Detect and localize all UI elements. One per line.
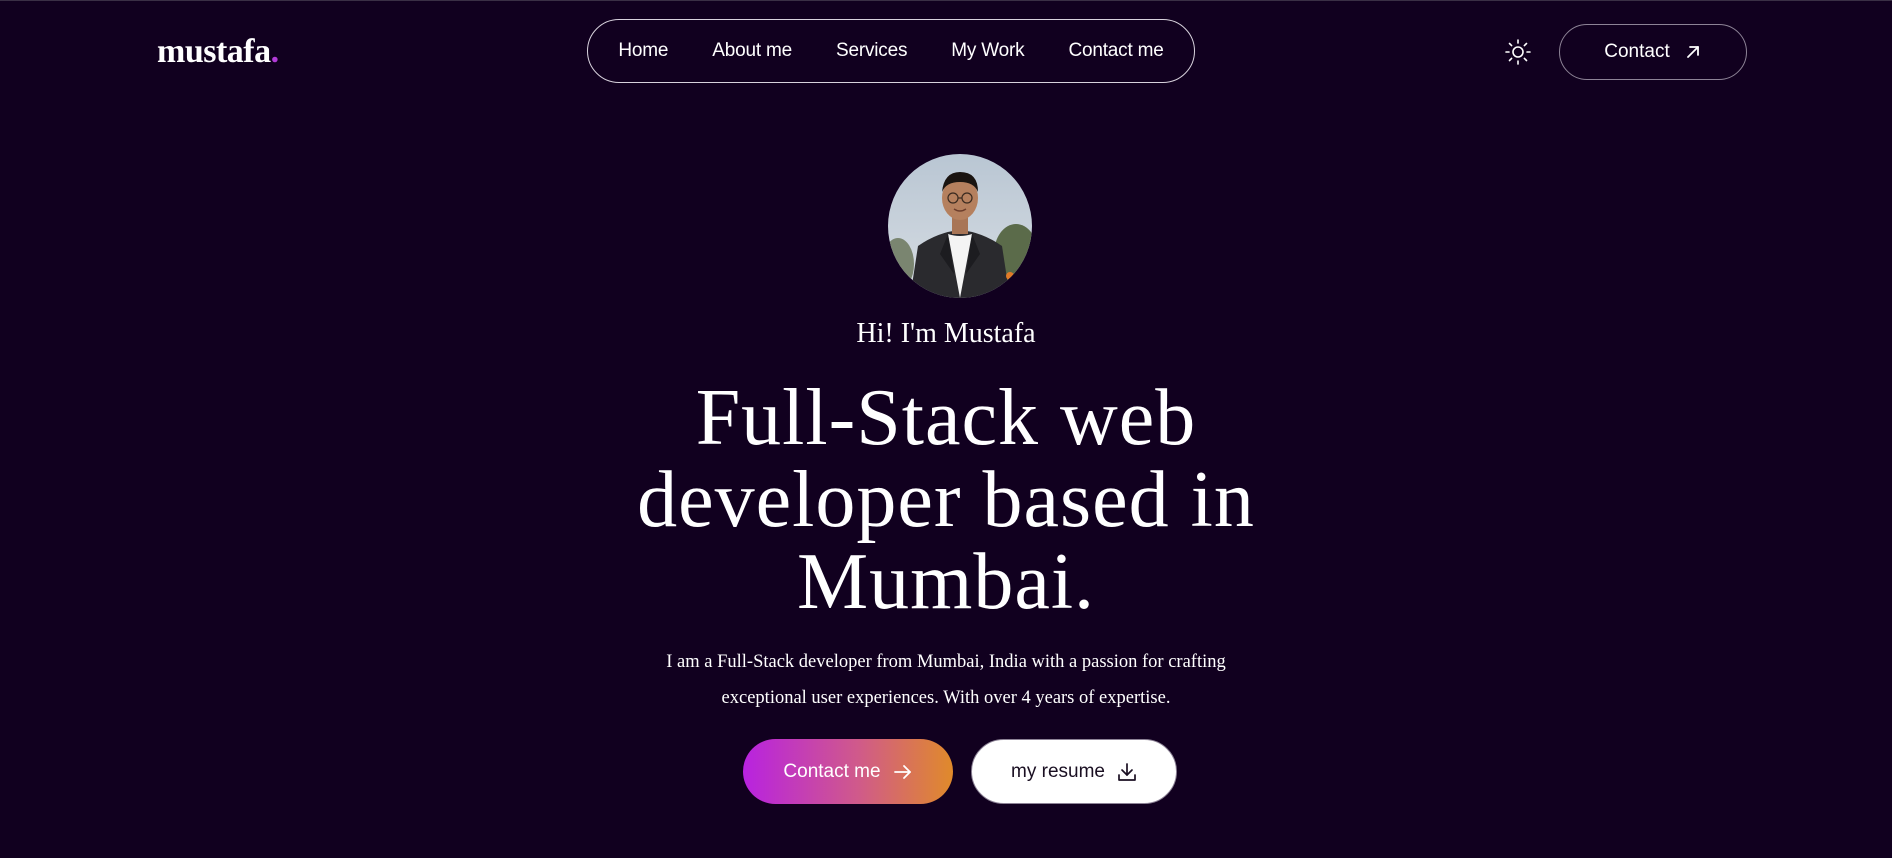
header-contact-label: Contact [1604,41,1670,62]
headline-line-3: Mumbai. [796,538,1096,626]
brand-name: mustafa [157,33,271,70]
nav-item-home[interactable]: Home [596,40,690,62]
main-nav: Home About me Services My Work Contact m… [587,19,1195,83]
header-contact-button[interactable]: Contact [1559,24,1747,80]
brand-logo[interactable]: mustafa. [157,32,279,72]
headline-line-1: Full-Stack web [695,374,1197,462]
headline-line-2: developer based in [637,456,1255,544]
arrow-right-icon [893,764,913,780]
contact-me-button[interactable]: Contact me [743,739,953,804]
nav-item-about-me[interactable]: About me [690,40,814,62]
top-border [0,0,1892,1]
nav-item-contact-me[interactable]: Contact me [1046,40,1185,62]
arrow-up-right-icon [1684,43,1702,61]
sun-icon[interactable] [1502,36,1534,68]
my-resume-button[interactable]: my resume [971,739,1177,804]
brand-dot: . [270,33,280,70]
intro-line-1: I am a Full-Stack developer from Mumbai,… [666,652,1226,672]
nav-item-services[interactable]: Services [814,40,929,62]
nav-item-my-work[interactable]: My Work [929,40,1046,62]
intro-line-2: exceptional user experiences. With over … [721,688,1171,708]
avatar [888,154,1032,298]
hero-headline: Full-Stack web developer based in Mumbai… [546,377,1346,623]
my-resume-label: my resume [1011,760,1105,782]
hero-greeting: Hi! I'm Mustafa [856,318,1036,349]
hero-intro: I am a Full-Stack developer from Mumbai,… [646,644,1246,716]
contact-me-label: Contact me [783,760,881,782]
download-icon [1117,762,1137,782]
